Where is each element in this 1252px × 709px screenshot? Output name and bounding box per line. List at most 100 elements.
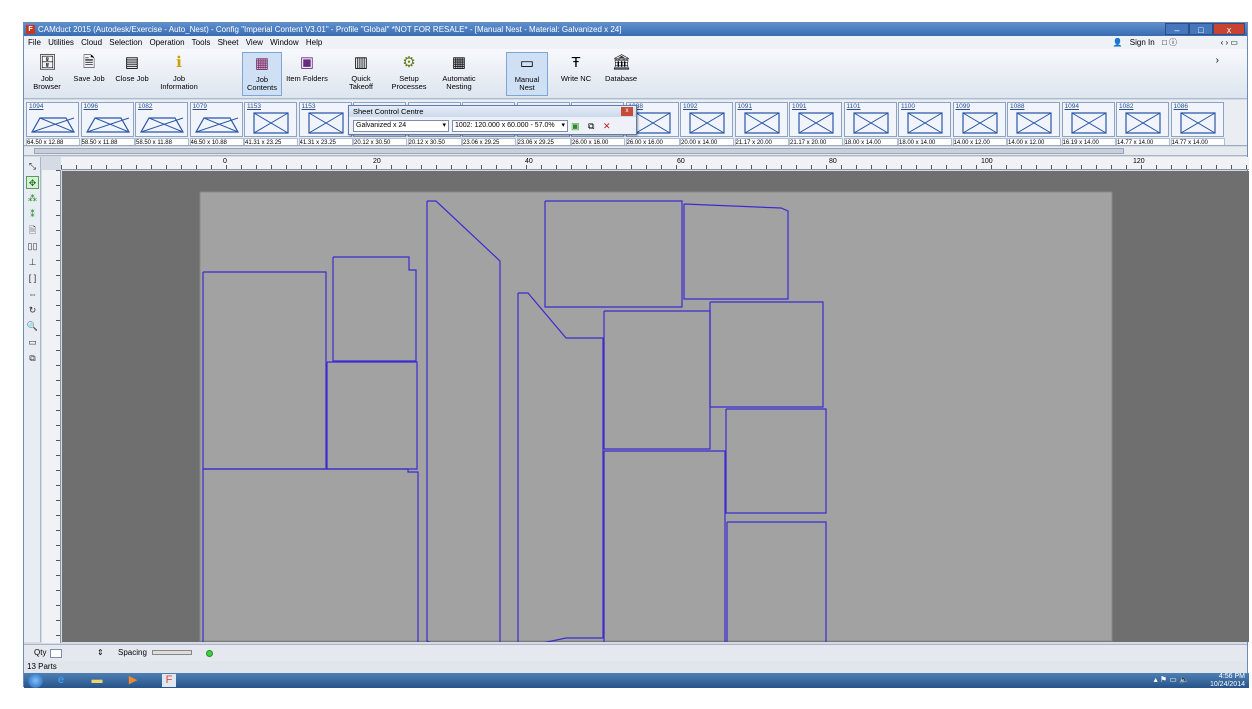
- nest-part-icon[interactable]: ⁂: [26, 192, 39, 205]
- part-info-icon[interactable]: 🗎: [26, 224, 39, 237]
- move-tool-icon[interactable]: ✥: [26, 176, 39, 189]
- sheet-properties-icon[interactable]: ⧉: [588, 121, 594, 131]
- menu-help[interactable]: Help: [306, 38, 322, 47]
- sign-in-link[interactable]: 👤 Sign In □ ⓘ: [1113, 36, 1182, 49]
- part-thumbnail[interactable]: 1082 14.77 x 14.00: [1116, 102, 1170, 145]
- part-thumbnail[interactable]: 1088 14.00 x 12.00: [1007, 102, 1061, 145]
- job-contents-button[interactable]: ▦ Job Contents: [242, 52, 282, 96]
- nest-options-bar: Qty ⇕ Spacing: [24, 644, 1247, 661]
- explorer-icon[interactable]: ▬: [90, 674, 104, 687]
- part-preview-icon: [85, 117, 130, 133]
- help-icon[interactable]: □ ⓘ: [1162, 38, 1177, 47]
- part-number: 1153: [301, 103, 316, 110]
- menu-tools[interactable]: Tools: [192, 38, 211, 47]
- ruler-label: 60: [677, 158, 685, 165]
- setup-processes-button[interactable]: ⚙ Setup Processes: [386, 52, 432, 96]
- sheet-control-title: Sheet Control Centre: [349, 106, 636, 117]
- part-dimensions: 41.31 x 23.25: [298, 138, 353, 145]
- menu-file[interactable]: File: [28, 38, 41, 47]
- ribbon-collapse-icon[interactable]: ›: [1216, 55, 1219, 66]
- sheet-select[interactable]: 1002: 120.000 x 60.000 - 57.0% ▾: [452, 120, 568, 132]
- part-thumbnail[interactable]: 1094 64.50 x 12.88: [26, 102, 80, 145]
- app-icon[interactable]: F: [26, 25, 35, 34]
- part-thumbnail[interactable]: 1101 18.00 x 14.00: [843, 102, 898, 145]
- zoom-icon[interactable]: 🔍: [26, 320, 39, 333]
- part-dimensions: 58.50 x 11.88: [135, 138, 189, 145]
- part-thumbnail[interactable]: 1082 58.50 x 11.88: [135, 102, 189, 145]
- menu-selection[interactable]: Selection: [109, 38, 142, 47]
- minimize-button[interactable]: –: [1165, 23, 1189, 35]
- part-thumbnail[interactable]: 1153 41.31 x 23.25: [298, 102, 353, 145]
- item-folders-button[interactable]: ▣ Item Folders: [286, 52, 328, 96]
- mdi-controls[interactable]: ‹ › ▭: [1221, 36, 1238, 49]
- close-window-button[interactable]: x: [1213, 23, 1245, 35]
- sheet: [199, 191, 1113, 642]
- maximize-button[interactable]: □: [1189, 23, 1213, 35]
- close-job-button[interactable]: ▤ Close Job: [112, 52, 152, 96]
- rotate-icon[interactable]: ↻: [26, 304, 39, 317]
- clock[interactable]: 4:56 PM 10/24/2014: [1210, 673, 1245, 688]
- bounds-icon[interactable]: [ ]: [26, 272, 39, 285]
- part-thumbnail[interactable]: 1100 18.00 x 14.00: [898, 102, 952, 145]
- save-job-button[interactable]: 🗎 Save Job: [70, 52, 108, 96]
- qty-spinner[interactable]: ⇕: [97, 645, 104, 661]
- material-select[interactable]: Galvanized x 24 ▾: [353, 120, 449, 132]
- menu-utilities[interactable]: Utilities: [48, 38, 74, 47]
- menu-operation[interactable]: Operation: [149, 38, 184, 47]
- part-thumbnail[interactable]: 1096 58.50 x 11.88: [80, 102, 135, 145]
- ie-icon[interactable]: e: [54, 674, 68, 687]
- part-number: 1082: [1119, 103, 1134, 110]
- part-thumbnail[interactable]: 1094 16.19 x 14.00: [1061, 102, 1116, 145]
- spacing-slider[interactable]: [152, 650, 192, 655]
- sheet-icon[interactable]: ▭: [26, 336, 39, 349]
- delete-sheet-icon[interactable]: ✕: [603, 121, 611, 131]
- close-icon[interactable]: x: [621, 107, 633, 116]
- part-dimensions: 23.06 x 29.25: [516, 138, 571, 145]
- part-thumbnail[interactable]: 1099 14.00 x 12.00: [952, 102, 1007, 145]
- job-browser-button[interactable]: 🗄 Job Browser: [28, 52, 66, 96]
- mirror-icon[interactable]: ⇔: [26, 288, 39, 301]
- part-dimensions: 18.00 x 14.00: [898, 138, 952, 145]
- database-button[interactable]: 🏛 Database: [602, 52, 640, 96]
- part-thumbnail[interactable]: 1091 21.17 x 20.00: [734, 102, 789, 145]
- part-thumbnail[interactable]: 1079 46.50 x 10.88: [189, 102, 244, 145]
- auto-place-icon[interactable]: ⁑: [26, 208, 39, 221]
- manual-nest-button[interactable]: ▭ Manual Nest: [506, 52, 548, 96]
- ruler-label: 20: [373, 158, 381, 165]
- job-contents-label: Job Contents: [246, 75, 278, 92]
- ribbon: 🗄 Job Browser 🗎 Save Job ▤ Close Job ℹ Job I…: [24, 49, 1247, 99]
- part-thumbnail[interactable]: 1086 14.77 x 14.00: [1170, 102, 1225, 145]
- part-preview-icon: [961, 112, 998, 134]
- menu-view[interactable]: View: [246, 38, 263, 47]
- menu-window[interactable]: Window: [270, 38, 298, 47]
- nest-drawing: [199, 191, 1113, 642]
- part-number: 1100: [901, 103, 915, 110]
- status-indicator-icon: [206, 650, 213, 657]
- start-button[interactable]: [28, 673, 43, 688]
- align-icon[interactable]: ▯▯: [26, 240, 39, 253]
- quick-takeoff-button[interactable]: ▥ Quick Takeoff: [342, 52, 380, 96]
- part-thumbnail[interactable]: 1091 21.17 x 20.00: [789, 102, 843, 145]
- snap-icon[interactable]: ⊥: [26, 256, 39, 269]
- part-thumbnail[interactable]: 1153 41.31 x 23.25: [244, 102, 298, 145]
- nest-canvas[interactable]: [62, 171, 1249, 642]
- media-player-icon[interactable]: ▶: [126, 674, 140, 687]
- part-preview-icon: [1016, 112, 1052, 134]
- part-dimensions: 26.00 x 16.00: [571, 138, 625, 145]
- properties-icon[interactable]: ⧉: [26, 352, 39, 365]
- menu-cloud[interactable]: Cloud: [81, 38, 102, 47]
- setup-processes-label: Setup Processes: [391, 74, 427, 91]
- select-tool-icon[interactable]: ⤡: [26, 160, 39, 173]
- tray-icons[interactable]: ▴ ⚑ ▭ 🔈: [1154, 675, 1189, 684]
- part-thumbnail[interactable]: 1092 20.00 x 14.00: [680, 102, 734, 145]
- parts-scrollbar[interactable]: [24, 147, 1247, 156]
- close-job-icon: ▤: [124, 54, 140, 71]
- add-sheet-icon[interactable]: ▣: [571, 121, 580, 131]
- write-nc-button[interactable]: Ŧ Write NC: [556, 52, 596, 96]
- job-information-button[interactable]: ℹ Job Information: [156, 52, 202, 96]
- qty-field[interactable]: [50, 649, 62, 658]
- camduct-taskbar-icon[interactable]: F: [162, 674, 176, 687]
- menu-sheet[interactable]: Sheet: [218, 38, 239, 47]
- automatic-nesting-button[interactable]: ▦ Automatic Nesting: [436, 52, 482, 96]
- scrollbar-thumb[interactable]: [34, 148, 1124, 154]
